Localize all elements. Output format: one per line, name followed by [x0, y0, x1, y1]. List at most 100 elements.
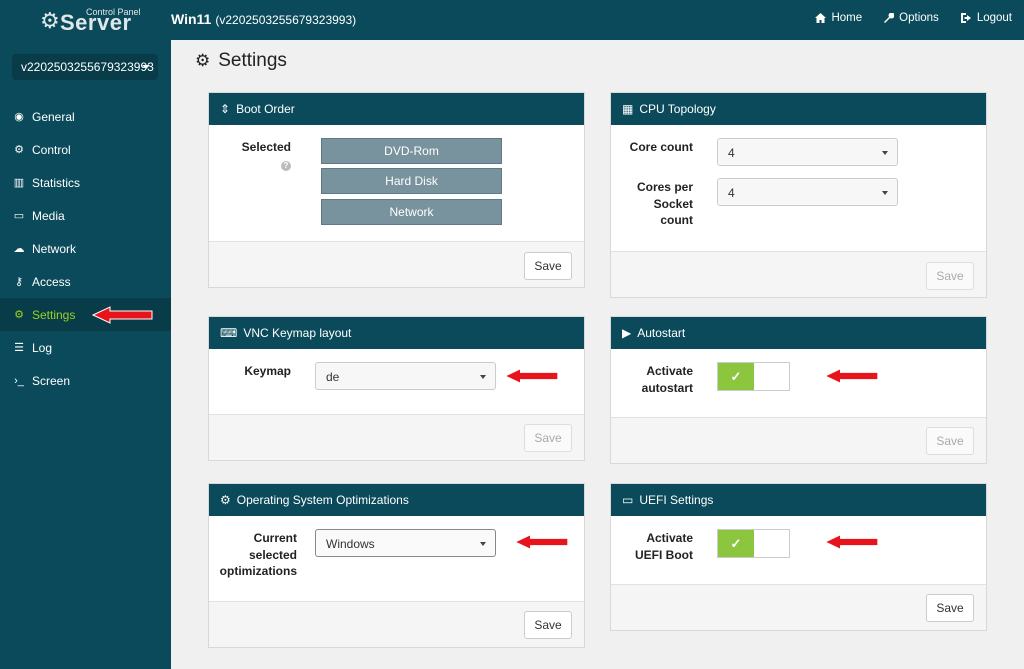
sidebar-nav: ◉ General ⚙ Control ▥ Statistics ▭ Media ☁ Ne…: [0, 100, 171, 397]
panel-title: VNC Keymap layout: [243, 326, 352, 340]
sidebar-item-statistics[interactable]: ▥ Statistics: [0, 166, 171, 199]
cogs-icon: ⚙: [195, 51, 211, 70]
panel-footer: Save: [209, 414, 584, 460]
check-icon: ✓: [718, 530, 754, 557]
sidebar-item-label: Control: [32, 142, 71, 157]
terminal-icon: ›_: [14, 374, 24, 387]
options-link[interactable]: Options: [884, 12, 939, 24]
panel-header: ⇕ Boot Order: [209, 93, 584, 125]
save-button[interactable]: Save: [524, 611, 572, 639]
server-select[interactable]: v2202503255679323993: [12, 54, 158, 80]
annotation-arrow: [504, 368, 559, 384]
vm-id: (v2202503255679323993): [215, 13, 357, 27]
gear-icon: ⚙: [40, 8, 60, 33]
sidebar-item-label: General: [32, 109, 75, 124]
core-count-label: Core count: [629, 140, 693, 154]
sidebar-item-control[interactable]: ⚙ Control: [0, 133, 171, 166]
vm-name: Win11: [171, 11, 212, 27]
save-button[interactable]: Save: [524, 424, 572, 452]
calculator-icon: ▦: [622, 102, 634, 116]
sidebar-item-access[interactable]: ⚷ Access: [0, 265, 171, 298]
annotation-arrow: [92, 306, 153, 324]
boot-order-panel: ⇕ Boot Order Selected ? DVD-Rom Hard Dis…: [208, 92, 585, 288]
cores-per-socket-select[interactable]: 4: [717, 178, 898, 206]
check-icon: ✓: [718, 363, 754, 390]
gear-icon: ⚙: [14, 144, 24, 156]
play-icon: ▶: [622, 326, 632, 340]
sidebar-item-log[interactable]: ☰ Log: [0, 331, 171, 364]
chevron-down-icon: [882, 151, 888, 155]
page-title-text: Settings: [218, 50, 287, 71]
panel-header: ▭ UEFI Settings: [611, 484, 986, 516]
core-count-value: 4: [728, 146, 735, 160]
autostart-label: Activate autostart: [641, 364, 693, 395]
annotation-arrow: [514, 534, 569, 550]
os-optimizations-panel: ⚙ Operating System Optimizations Current…: [208, 483, 585, 648]
sort-icon: ⇕: [220, 102, 231, 116]
brand-logo[interactable]: ⚙ Control Panel Server: [40, 4, 160, 38]
save-button[interactable]: Save: [926, 594, 974, 622]
keymap-label: Keymap: [244, 364, 291, 378]
home-label: Home: [831, 12, 863, 24]
chevron-down-icon: [882, 191, 888, 195]
panel-footer: Save: [209, 601, 584, 647]
boot-item-dvd[interactable]: DVD-Rom: [321, 138, 502, 164]
logout-link[interactable]: Logout: [960, 12, 1012, 24]
sidebar-item-general[interactable]: ◉ General: [0, 100, 171, 133]
logout-label: Logout: [976, 12, 1012, 24]
selected-label-text: Selected: [241, 140, 291, 154]
panel-footer: Save: [209, 241, 584, 287]
uefi-toggle[interactable]: ✓: [717, 529, 790, 558]
panel-title: UEFI Settings: [639, 493, 714, 507]
cpu-topology-panel: ▦ CPU Topology Core count 4 Cores per So…: [610, 92, 987, 298]
panel-title: Autostart: [637, 326, 686, 340]
panel-footer: Save: [611, 584, 986, 630]
panel-header: ⚙ Operating System Optimizations: [209, 484, 584, 516]
annotation-arrow: [824, 368, 879, 384]
options-label: Options: [899, 12, 939, 24]
sidebar-item-label: Network: [32, 241, 77, 256]
chevron-down-icon: [142, 65, 150, 69]
sidebar-item-media[interactable]: ▭ Media: [0, 199, 171, 232]
panel-title: Boot Order: [236, 102, 295, 116]
sidebar-item-network[interactable]: ☁ Network: [0, 232, 171, 265]
keyboard-icon: ⌨: [220, 326, 238, 340]
home-link[interactable]: Home: [815, 12, 862, 24]
save-button[interactable]: Save: [524, 252, 572, 280]
autostart-toggle[interactable]: ✓: [717, 362, 790, 391]
list-icon: ☰: [14, 342, 24, 354]
panel-header: ▶ Autostart: [611, 317, 986, 349]
chevron-down-icon: [480, 375, 486, 379]
logout-icon: [960, 13, 971, 23]
sidebar-item-screen[interactable]: ›_ Screen: [0, 364, 171, 397]
boot-item-hdd[interactable]: Hard Disk: [321, 168, 502, 194]
vm-title: Win11 (v2202503255679323993): [171, 11, 356, 27]
key-icon: ⚷: [14, 276, 24, 288]
home-icon: [815, 13, 827, 23]
sidebar-item-label: Access: [32, 274, 71, 289]
monitor-icon: ▭: [622, 493, 634, 507]
brand-server: Server: [60, 10, 132, 35]
help-icon[interactable]: ?: [281, 160, 291, 171]
server-select-value: v2202503255679323993: [21, 60, 154, 74]
keymap-select[interactable]: de: [315, 362, 496, 390]
uefi-label: Activate UEFI Boot: [635, 531, 693, 562]
autostart-panel: ▶ Autostart Activate autostart ✓ Save: [610, 316, 987, 464]
annotation-arrow: [824, 534, 879, 550]
save-button[interactable]: Save: [926, 427, 974, 455]
cogs-icon: ⚙: [14, 309, 24, 321]
boot-item-network[interactable]: Network: [321, 199, 502, 225]
uefi-panel: ▭ UEFI Settings Activate UEFI Boot ✓ Sav…: [610, 483, 987, 631]
top-bar: ⚙ Control Panel Server Win11 (v2202503255…: [0, 0, 1024, 40]
panel-header: ▦ CPU Topology: [611, 93, 986, 125]
core-count-select[interactable]: 4: [717, 138, 898, 166]
panel-title: CPU Topology: [639, 102, 716, 116]
save-button[interactable]: Save: [926, 262, 974, 290]
selected-label: Selected ?: [229, 139, 291, 172]
panel-header: ⌨ VNC Keymap layout: [209, 317, 584, 349]
optimizations-select[interactable]: Windows: [315, 529, 496, 557]
sidebar-item-label: Statistics: [32, 175, 81, 190]
sidebar-item-label: Screen: [32, 373, 71, 388]
panel-footer: Save: [611, 251, 986, 297]
vnc-keymap-panel: ⌨ VNC Keymap layout Keymap de Save: [208, 316, 585, 461]
